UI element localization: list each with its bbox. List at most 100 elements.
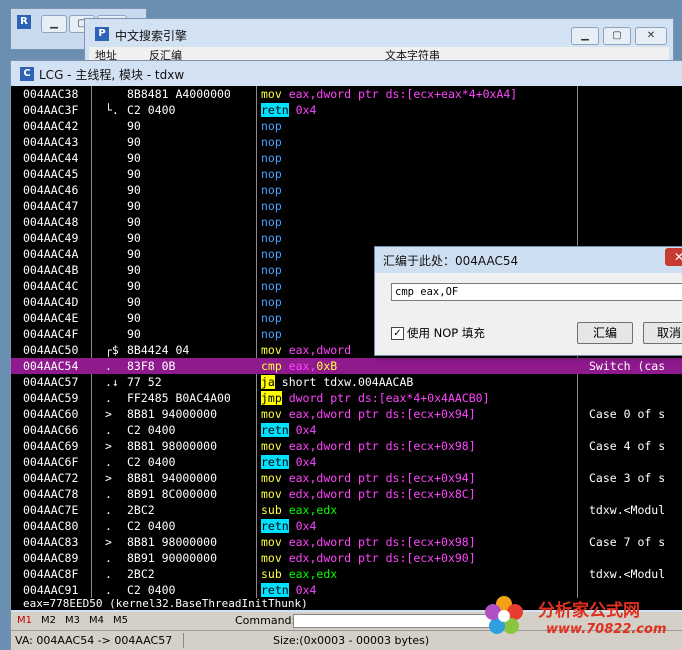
row-flow-marker: └. xyxy=(105,103,119,117)
disasm-row[interactable]: 004AAC7E. 2BC2 sub eax,edx tdxw.<Modul xyxy=(11,502,682,518)
row-hex-bytes: 90 xyxy=(127,119,141,133)
disasm-row[interactable]: 004AAC47 90 nop xyxy=(11,198,682,214)
disasm-token: eax,dword ptr ds:[ecx+eax*4+0xA4] xyxy=(281,87,518,101)
disasm-row[interactable]: 004AAC8F. 2BC2 sub eax,edx tdxw.<Modul xyxy=(11,566,682,582)
disasm-token: retn xyxy=(261,423,289,437)
disasm-row[interactable]: 004AAC6F. C2 0400 retn 0x4 xyxy=(11,454,682,470)
row-flow-marker: > xyxy=(105,439,112,453)
row-hex-bytes: C2 0400 xyxy=(127,103,176,117)
row-hex-bytes: 90 xyxy=(127,231,141,245)
row-hex-bytes: 8B4424 04 xyxy=(127,343,190,357)
marker-m2[interactable]: M2 xyxy=(41,612,56,630)
row-hex-bytes: 90 xyxy=(127,151,141,165)
disasm-row[interactable]: 004AAC60 >8B81 94000000 mov eax,dword ptr … xyxy=(11,406,682,422)
minimize-button[interactable]: ▁ xyxy=(571,27,599,45)
row-hex-bytes: 8B91 8C000000 xyxy=(127,487,218,501)
marker-m1[interactable]: M1 xyxy=(17,612,32,630)
disasm-row[interactable]: 004AAC54. 83F8 0B cmp eax,0xB Switch (cas xyxy=(11,358,682,374)
row-disassembly: nop xyxy=(261,310,282,326)
row-disassembly: retn 0x4 xyxy=(261,102,316,118)
search-window[interactable]: P 中文搜索引擎 ▁ ▢ ✕ 地址 反汇编 文本字符串 xyxy=(84,18,674,62)
marker-m5[interactable]: M5 xyxy=(113,612,128,630)
assemble-button[interactable]: 汇编 xyxy=(577,322,633,344)
row-disassembly: retn 0x4 xyxy=(261,422,316,438)
disasm-row[interactable]: 004AAC46 90 nop xyxy=(11,182,682,198)
disasm-token: mov xyxy=(261,487,282,501)
disasm-row[interactable]: 004AAC59. FF2485 B0AC4A00 jmp dword ptr ds… xyxy=(11,390,682,406)
row-disassembly: nop xyxy=(261,118,282,134)
row-address: 004AAC91 xyxy=(23,583,79,597)
disasm-token: ja xyxy=(261,375,275,389)
disasm-row[interactable]: 004AAC45 90 nop xyxy=(11,166,682,182)
row-disassembly: nop xyxy=(261,326,282,342)
disasm-row[interactable]: 004AAC89. 8B91 90000000 mov edx,dword ptr … xyxy=(11,550,682,566)
disasm-row[interactable]: 004AAC57 .↓ 77 52 ja short tdxw.004AACAB xyxy=(11,374,682,390)
row-disassembly: mov eax,dword ptr ds:[ecx+0x98] xyxy=(261,438,476,454)
disasm-row[interactable]: 004AAC42 90 nop xyxy=(11,118,682,134)
maximize-button[interactable]: ▢ xyxy=(603,27,631,45)
disasm-row[interactable]: 004AAC38 8B8481 A4000000 mov eax,dword ptr… xyxy=(11,86,682,102)
row-hex-bytes: 83F8 0B xyxy=(127,359,176,373)
assemble-dialog[interactable]: 汇编于此处：004AAC54 ✕ cmp eax,OF ✓ 使用 NOP 填充 … xyxy=(374,246,682,356)
row-disassembly: nop xyxy=(261,182,282,198)
disasm-row[interactable]: 004AAC3F └. C2 0400 retn 0x4 xyxy=(11,102,682,118)
dialog-title: 汇编于此处：004AAC54 xyxy=(383,254,519,268)
row-address: 004AAC89 xyxy=(23,551,79,565)
disasm-token: nop xyxy=(261,135,282,149)
column-address[interactable]: 地址 xyxy=(95,47,117,61)
assemble-input[interactable]: cmp eax,OF xyxy=(391,283,682,301)
row-disassembly: cmp eax,0xB xyxy=(261,358,337,374)
disasm-token: nop xyxy=(261,167,282,181)
watermark-url: www.70822.com xyxy=(546,622,667,637)
close-button[interactable]: ✕ xyxy=(635,27,667,45)
command-input[interactable] xyxy=(293,614,495,628)
disasm-token: mov xyxy=(261,471,282,485)
disasm-token: retn xyxy=(261,519,289,533)
row-disassembly: mov edx,dword ptr ds:[ecx+0x90] xyxy=(261,550,476,566)
nop-fill-checkbox[interactable]: ✓ xyxy=(391,327,404,340)
app-icon: C xyxy=(20,67,34,81)
disasm-token: jmp xyxy=(261,391,282,405)
row-address: 004AAC72 xyxy=(23,471,79,485)
disasm-row[interactable]: 004AAC48 90 nop xyxy=(11,214,682,230)
command-label: Command: xyxy=(235,614,296,627)
disasm-token: nop xyxy=(261,247,282,261)
row-disassembly: mov eax,dword ptr ds:[ecx+0x94] xyxy=(261,406,476,422)
disasm-row[interactable]: 004AAC72 >8B81 94000000 mov eax,dword ptr … xyxy=(11,470,682,486)
app-icon: R xyxy=(17,15,31,29)
disasm-token: 0x4 xyxy=(288,583,317,597)
disasm-token: eax,edx xyxy=(281,567,338,581)
column-text[interactable]: 文本字符串 xyxy=(385,47,440,61)
column-disasm[interactable]: 反汇编 xyxy=(149,47,182,61)
disasm-token: sub xyxy=(261,503,282,517)
cancel-button[interactable]: 取消 xyxy=(643,322,682,344)
row-hex-bytes: 2BC2 xyxy=(127,503,155,517)
marker-m3[interactable]: M3 xyxy=(65,612,80,630)
disasm-row[interactable]: 004AAC78. 8B91 8C000000 mov edx,dword ptr … xyxy=(11,486,682,502)
row-address: 004AAC78 xyxy=(23,487,79,501)
disasm-row[interactable]: 004AAC66. C2 0400 retn 0x4 xyxy=(11,422,682,438)
marker-m4[interactable]: M4 xyxy=(89,612,104,630)
disasm-row[interactable]: 004AAC43 90 nop xyxy=(11,134,682,150)
row-address: 004AAC4A xyxy=(23,247,79,261)
minimize-button[interactable]: ▁ xyxy=(41,15,67,33)
row-comment: Case 7 of s xyxy=(589,535,666,549)
row-hex-bytes: 90 xyxy=(127,167,141,181)
disasm-token: nop xyxy=(261,263,282,277)
disasm-row[interactable]: 004AAC80. C2 0400 retn 0x4 xyxy=(11,518,682,534)
row-address: 004AAC45 xyxy=(23,167,79,181)
disasm-row[interactable]: 004AAC49 90 nop xyxy=(11,230,682,246)
row-disassembly: nop xyxy=(261,278,282,294)
disasm-token: edx,dword ptr ds:[ecx+0x90] xyxy=(281,551,476,565)
row-address: 004AAC4E xyxy=(23,311,79,325)
row-address: 004AAC42 xyxy=(23,119,79,133)
row-comment: Case 0 of s xyxy=(589,407,666,421)
row-address: 004AAC60 xyxy=(23,407,79,421)
row-hex-bytes: 90 xyxy=(127,135,141,149)
disasm-row[interactable]: 004AAC44 90 nop xyxy=(11,150,682,166)
disasm-token: eax,dword xyxy=(281,343,352,357)
row-disassembly: mov eax,dword ptr ds:[ecx+0x94] xyxy=(261,470,476,486)
close-icon[interactable]: ✕ xyxy=(665,248,682,266)
disasm-row[interactable]: 004AAC69 >8B81 98000000 mov eax,dword ptr … xyxy=(11,438,682,454)
disasm-row[interactable]: 004AAC83 >8B81 98000000 mov eax,dword ptr … xyxy=(11,534,682,550)
